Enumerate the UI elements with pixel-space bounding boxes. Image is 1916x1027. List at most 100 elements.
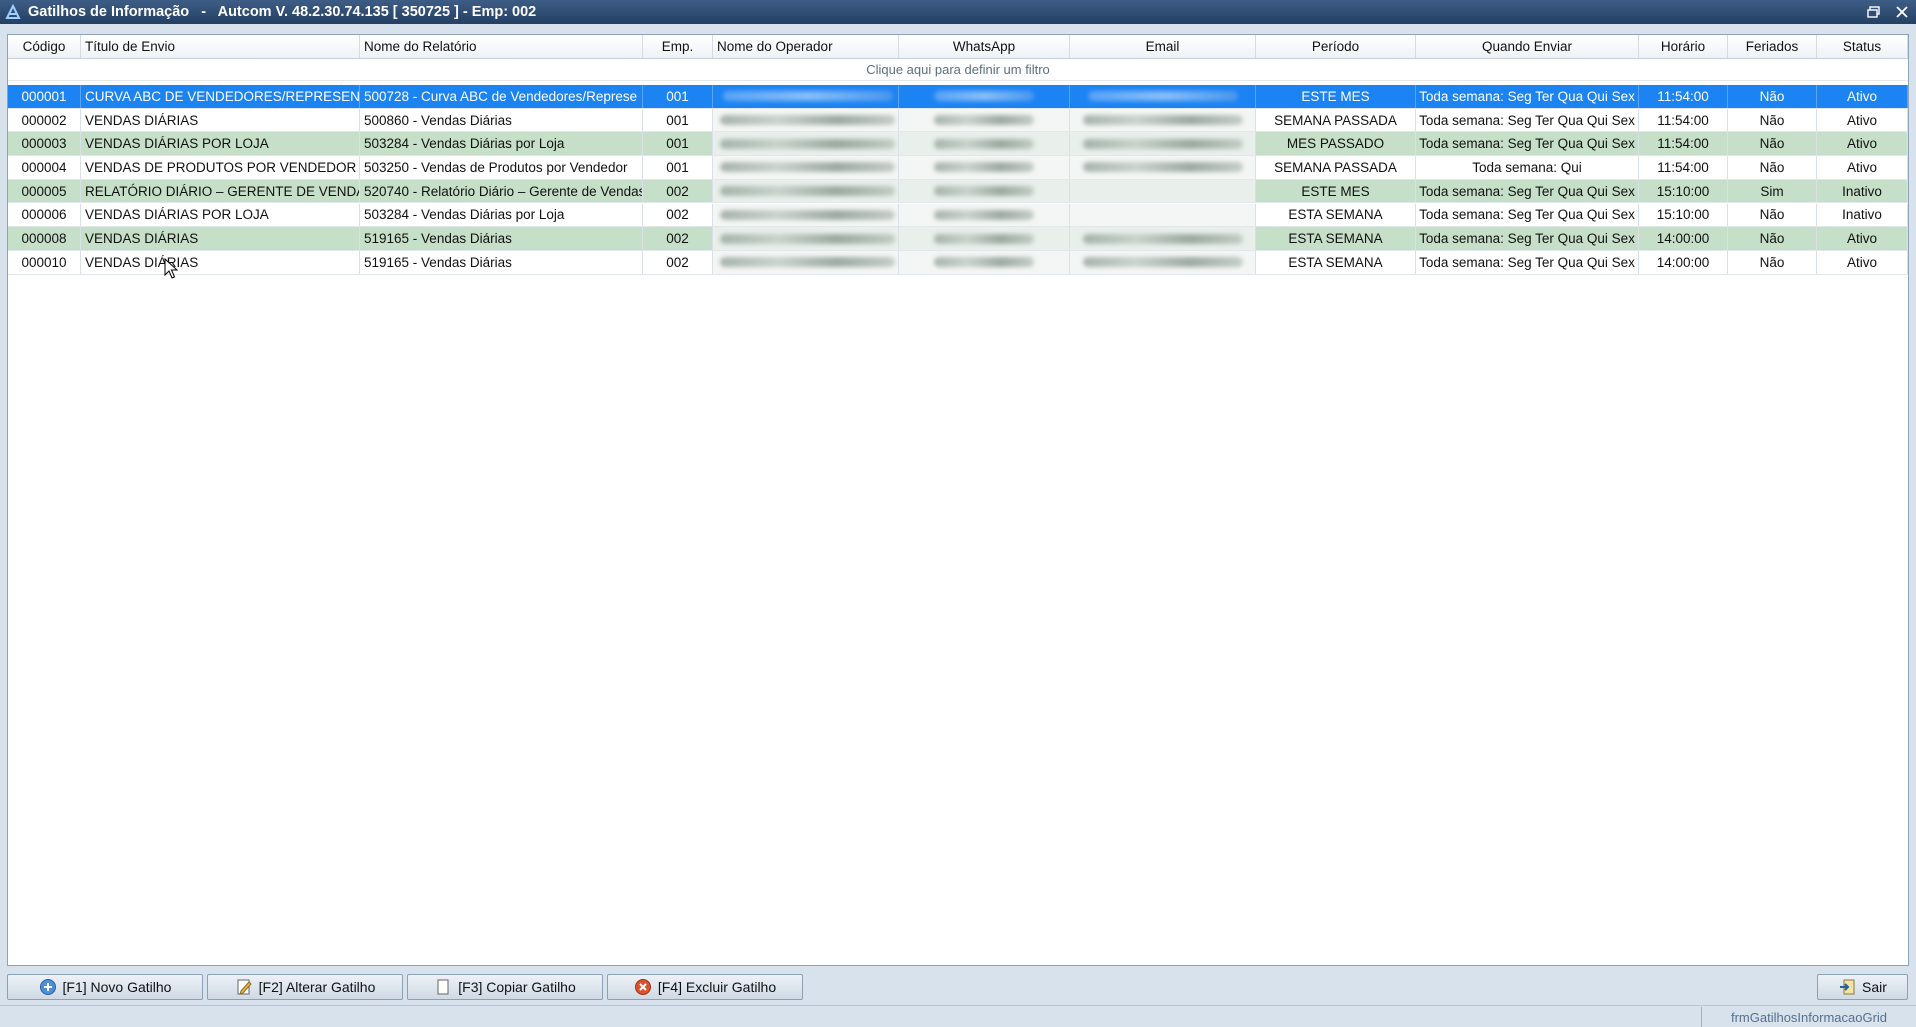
- col-periodo-cell: ESTE MES: [1256, 85, 1416, 108]
- table-row[interactable]: 000002 VENDAS DIÁRIAS 500860 - Vendas Diár…: [8, 108, 1908, 133]
- edit-trigger-label: [F2] Alterar Gatilho: [258, 979, 376, 995]
- col-email-redacted-cell: [1070, 108, 1256, 132]
- col-titulo-header[interactable]: Título de Envio: [81, 35, 360, 58]
- col-feriados-cell: Não: [1728, 156, 1817, 179]
- col-codigo-cell: 000006: [8, 203, 81, 227]
- col-feriados-cell: Não: [1728, 108, 1817, 132]
- col-quando-cell: Toda semana: Seg Ter Qua Qui Sex: [1416, 85, 1639, 108]
- col-relatorio-cell: 500728 - Curva ABC de Vendedores/Represe: [360, 85, 643, 108]
- table-row[interactable]: 000010 VENDAS DIÁRIAS 519165 - Vendas Diár…: [8, 250, 1908, 275]
- col-periodo-cell: ESTA SEMANA: [1256, 250, 1416, 274]
- col-whatsapp-redacted-cell: [899, 179, 1070, 203]
- col-status-header[interactable]: Status: [1817, 35, 1908, 58]
- col-feriados-header[interactable]: Feriados: [1728, 35, 1817, 58]
- col-horario-cell: 15:10:00: [1639, 203, 1728, 227]
- col-status-cell: Ativo: [1817, 108, 1908, 132]
- col-email-header[interactable]: Email: [1070, 35, 1256, 58]
- delete-trigger-label: [F4] Excluir Gatilho: [657, 979, 777, 995]
- col-horario-cell: 14:00:00: [1639, 250, 1728, 274]
- col-emp-header[interactable]: Emp.: [643, 35, 713, 58]
- col-horario-header[interactable]: Horário: [1639, 35, 1728, 58]
- col-email-redacted-cell: [1070, 203, 1256, 227]
- col-feriados-cell: Não: [1728, 227, 1817, 250]
- col-codigo-cell: 000002: [8, 108, 81, 132]
- col-whatsapp-header[interactable]: WhatsApp: [899, 35, 1070, 58]
- col-feriados-cell: Não: [1728, 132, 1817, 156]
- col-operador-redacted-cell: [713, 250, 899, 274]
- col-horario-cell: 11:54:00: [1639, 108, 1728, 132]
- new-trigger-label: [F1] Novo Gatilho: [62, 979, 172, 995]
- filter-row[interactable]: Clique aqui para definir um filtro: [8, 59, 1908, 81]
- col-quando-cell: Toda semana: Qui: [1416, 156, 1639, 179]
- col-quando-header[interactable]: Quando Enviar: [1416, 35, 1639, 58]
- col-relatorio-cell: 503250 - Vendas de Produtos por Vendedor: [360, 156, 643, 179]
- redacted-text: [934, 209, 1034, 220]
- col-status-cell: Ativo: [1817, 85, 1908, 108]
- table-row[interactable]: 000006 VENDAS DIÁRIAS POR LOJA 503284 - Ve…: [8, 203, 1908, 228]
- restore-icon[interactable]: [1866, 4, 1882, 20]
- edit-trigger-button[interactable]: [F2] Alterar Gatilho: [207, 974, 403, 1000]
- col-codigo-cell: 000010: [8, 250, 81, 274]
- redacted-text: [1082, 233, 1243, 244]
- col-operador-header[interactable]: Nome do Operador: [713, 35, 899, 58]
- col-codigo-cell: 000001: [8, 85, 81, 108]
- col-relatorio-cell: 520740 - Relatório Diário – Gerente de V…: [360, 179, 643, 203]
- new-trigger-button[interactable]: [F1] Novo Gatilho: [7, 974, 203, 1000]
- triggers-grid[interactable]: Código Título de Envio Nome do Relatório Em…: [7, 34, 1909, 966]
- col-status-cell: Ativo: [1817, 227, 1908, 250]
- col-email-redacted-cell: [1070, 85, 1256, 108]
- col-codigo-cell: 000008: [8, 227, 81, 250]
- col-operador-redacted-cell: [713, 227, 899, 250]
- col-relatorio-cell: 500860 - Vendas Diárias: [360, 108, 643, 132]
- col-status-cell: Ativo: [1817, 156, 1908, 179]
- table-row[interactable]: 000003 VENDAS DIÁRIAS POR LOJA 503284 - Ve…: [8, 132, 1908, 157]
- col-email-redacted-cell: [1070, 132, 1256, 156]
- col-titulo-cell: RELATÓRIO DIÁRIO – GERENTE DE VENDAS: [81, 179, 360, 203]
- col-titulo-cell: VENDAS DIÁRIAS: [81, 250, 360, 274]
- table-row[interactable]: 000008 VENDAS DIÁRIAS 519165 - Vendas Diár…: [8, 227, 1908, 251]
- table-row[interactable]: 000004 VENDAS DE PRODUTOS POR VENDEDOR 503…: [8, 156, 1908, 180]
- col-operador-redacted-cell: [713, 156, 899, 179]
- col-operador-redacted-cell: [713, 108, 899, 132]
- copy-trigger-label: [F3] Copiar Gatilho: [458, 979, 576, 995]
- col-email-redacted-cell: [1070, 227, 1256, 250]
- copy-icon: [434, 978, 452, 996]
- grid-header: Código Título de Envio Nome do Relatório Em…: [8, 35, 1908, 59]
- edit-icon: [235, 978, 253, 996]
- col-periodo-cell: ESTA SEMANA: [1256, 227, 1416, 250]
- col-relatorio-header[interactable]: Nome do Relatório: [360, 35, 643, 58]
- col-codigo-header[interactable]: Código: [8, 35, 81, 58]
- col-periodo-header[interactable]: Período: [1256, 35, 1416, 58]
- redacted-text: [1082, 138, 1243, 149]
- col-horario-cell: 11:54:00: [1639, 132, 1728, 156]
- delete-trigger-button[interactable]: [F4] Excluir Gatilho: [607, 974, 803, 1000]
- col-whatsapp-redacted-cell: [899, 250, 1070, 274]
- col-quando-cell: Toda semana: Seg Ter Qua Qui Sex: [1416, 227, 1639, 250]
- col-relatorio-cell: 519165 - Vendas Diárias: [360, 250, 643, 274]
- redacted-text: [934, 115, 1034, 126]
- copy-trigger-button[interactable]: [F3] Copiar Gatilho: [407, 974, 603, 1000]
- redacted-text: [934, 233, 1034, 244]
- redacted-text: [934, 162, 1034, 173]
- table-row[interactable]: 000005 RELATÓRIO DIÁRIO – GERENTE DE VEND…: [8, 179, 1908, 204]
- close-icon[interactable]: [1894, 4, 1910, 20]
- col-whatsapp-redacted-cell: [899, 85, 1070, 108]
- col-feriados-cell: Não: [1728, 203, 1817, 227]
- col-emp-cell: 002: [643, 179, 713, 203]
- col-status-cell: Inativo: [1817, 203, 1908, 227]
- col-titulo-cell: VENDAS DE PRODUTOS POR VENDEDOR: [81, 156, 360, 179]
- col-whatsapp-redacted-cell: [899, 227, 1070, 250]
- exit-button[interactable]: Sair: [1817, 974, 1908, 1000]
- table-row[interactable]: 000001 CURVA ABC DE VENDEDORES/REPRESENTA…: [8, 85, 1908, 109]
- col-quando-cell: Toda semana: Seg Ter Qua Qui Sex: [1416, 108, 1639, 132]
- col-email-redacted-cell: [1070, 250, 1256, 274]
- app-icon: [4, 3, 22, 21]
- col-titulo-cell: VENDAS DIÁRIAS: [81, 227, 360, 250]
- col-horario-cell: 15:10:00: [1639, 179, 1728, 203]
- col-status-cell: Ativo: [1817, 250, 1908, 274]
- col-periodo-cell: SEMANA PASSADA: [1256, 108, 1416, 132]
- col-operador-redacted-cell: [713, 203, 899, 227]
- col-periodo-cell: SEMANA PASSADA: [1256, 156, 1416, 179]
- col-emp-cell: 001: [643, 108, 713, 132]
- col-whatsapp-redacted-cell: [899, 156, 1070, 179]
